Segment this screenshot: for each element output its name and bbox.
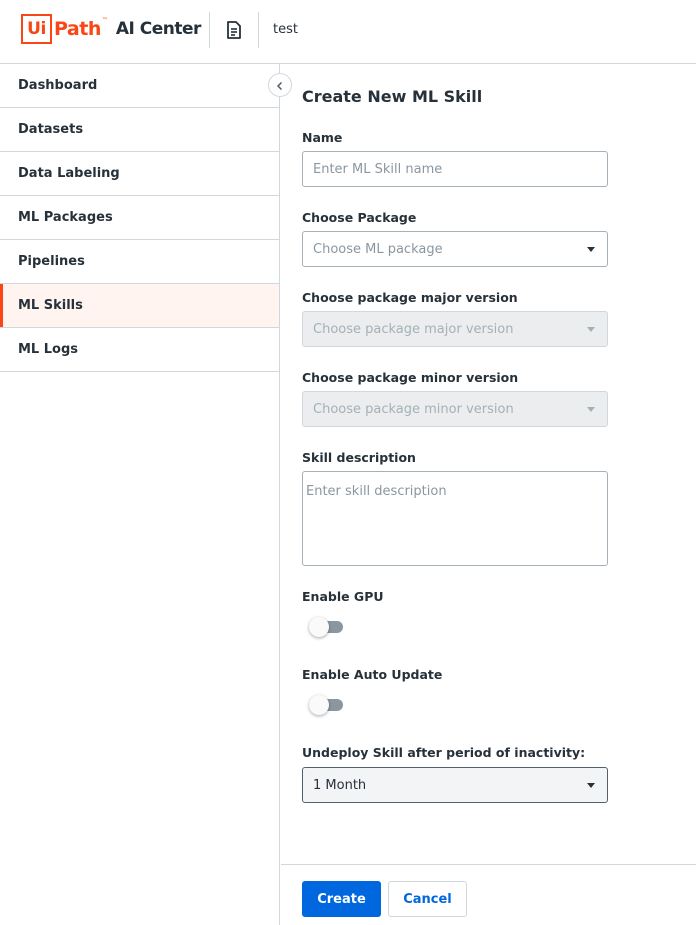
undeploy-period-value: 1 Month (313, 777, 367, 793)
sidebar-collapse-button[interactable] (268, 73, 292, 97)
enable-gpu-label: Enable GPU (302, 589, 384, 604)
enable-auto-update-toggle[interactable] (309, 695, 344, 715)
uipath-logo[interactable]: Ui Path ™ AI Center (21, 14, 201, 44)
sidebar-item-label: Dashboard (18, 78, 98, 93)
major-version-label: Choose package major version (302, 290, 518, 305)
toggle-knob (309, 617, 329, 637)
sidebar-item-ml-packages[interactable]: ML Packages (0, 196, 279, 240)
choose-package-select[interactable]: Choose ML package (302, 231, 608, 267)
header-divider (258, 12, 259, 48)
skill-description-label: Skill description (302, 450, 416, 465)
sidebar: Dashboard Datasets Data Labeling ML Pack… (0, 64, 280, 925)
sidebar-item-label: Pipelines (18, 254, 85, 269)
sidebar-item-label: Data Labeling (18, 166, 120, 181)
form-footer: Create Cancel (281, 864, 696, 925)
project-name[interactable]: test (273, 22, 298, 37)
logo-trademark: ™ (101, 17, 108, 24)
sidebar-item-label: ML Packages (18, 210, 113, 225)
sidebar-item-ml-skills[interactable]: ML Skills (0, 284, 279, 328)
header-divider (209, 12, 210, 48)
page-title: Create New ML Skill (302, 87, 483, 106)
logo-ui-mark: Ui (21, 14, 52, 44)
major-version-select: Choose package major version (302, 311, 608, 347)
app-header: Ui Path ™ AI Center test (0, 0, 696, 64)
caret-down-icon (587, 407, 595, 412)
minor-version-label: Choose package minor version (302, 370, 519, 385)
create-button[interactable]: Create (302, 881, 381, 917)
minor-version-placeholder: Choose package minor version (313, 401, 514, 417)
choose-package-placeholder: Choose ML package (313, 241, 443, 257)
create-ml-skill-form: Create New ML Skill Name Choose Package … (281, 64, 696, 864)
sidebar-item-label: Datasets (18, 122, 84, 137)
name-label: Name (302, 130, 343, 145)
sidebar-item-dashboard[interactable]: Dashboard (0, 64, 279, 108)
choose-package-label: Choose Package (302, 210, 417, 225)
enable-gpu-toggle[interactable] (309, 617, 344, 637)
cancel-button[interactable]: Cancel (388, 881, 467, 917)
major-version-placeholder: Choose package major version (313, 321, 514, 337)
ml-skill-name-input[interactable] (302, 151, 608, 187)
sidebar-item-data-labeling[interactable]: Data Labeling (0, 152, 279, 196)
product-name: AI Center (115, 19, 202, 39)
sidebar-item-label: ML Logs (18, 342, 79, 357)
undeploy-period-select[interactable]: 1 Month (302, 767, 608, 803)
undeploy-label: Undeploy Skill after period of inactivit… (302, 745, 586, 760)
caret-down-icon (587, 783, 595, 788)
chevron-left-icon (275, 76, 285, 95)
sidebar-item-ml-logs[interactable]: ML Logs (0, 328, 279, 372)
caret-down-icon (587, 327, 595, 332)
sidebar-item-pipelines[interactable]: Pipelines (0, 240, 279, 284)
logo-path-text: Path (54, 18, 101, 40)
toggle-knob (309, 695, 329, 715)
document-icon[interactable] (224, 20, 244, 40)
sidebar-item-label: ML Skills (18, 298, 83, 313)
skill-description-textarea[interactable] (302, 471, 608, 566)
caret-down-icon (587, 247, 595, 252)
enable-auto-update-label: Enable Auto Update (302, 667, 443, 682)
minor-version-select: Choose package minor version (302, 391, 608, 427)
sidebar-item-datasets[interactable]: Datasets (0, 108, 279, 152)
